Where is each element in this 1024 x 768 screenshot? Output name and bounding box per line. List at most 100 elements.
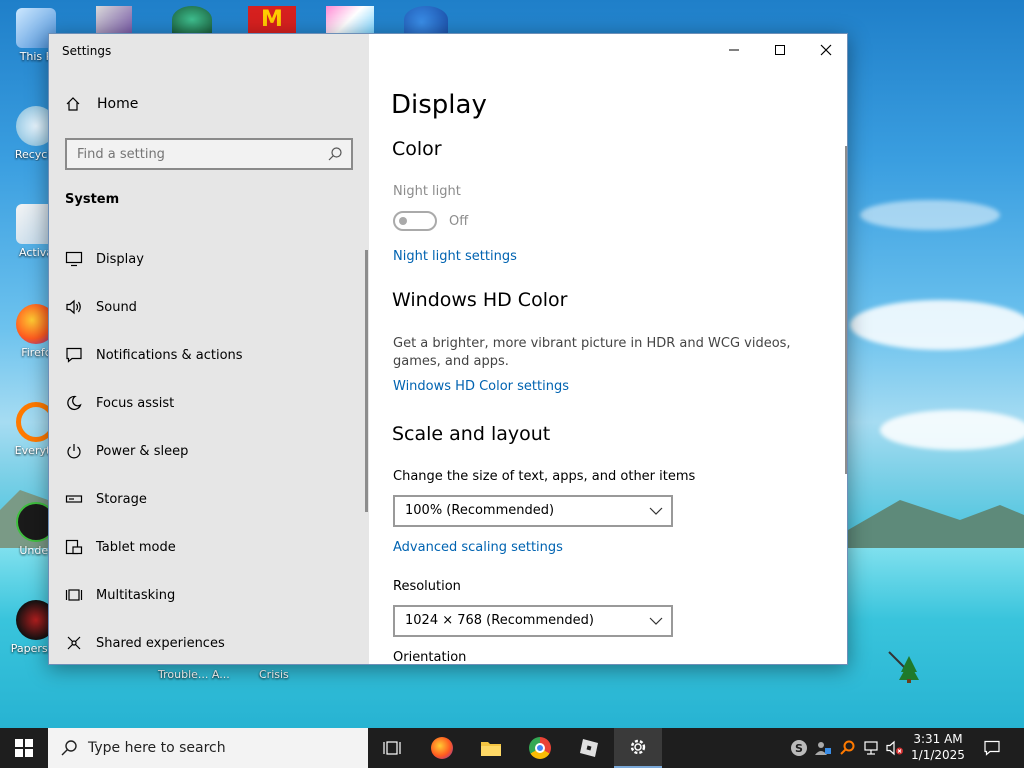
taskbar-chrome[interactable] bbox=[516, 728, 564, 768]
settings-window: Settings Home System Display So bbox=[48, 33, 848, 665]
start-button[interactable] bbox=[0, 728, 48, 768]
search-icon[interactable] bbox=[327, 146, 343, 162]
sidebar-item-label: Storage bbox=[96, 491, 147, 507]
skype-icon: S bbox=[791, 740, 807, 756]
sidebar-item-focus-assist[interactable]: Focus assist bbox=[49, 383, 369, 423]
mcdonalds-icon[interactable]: M bbox=[248, 6, 296, 33]
advanced-scaling-link[interactable]: Advanced scaling settings bbox=[393, 540, 563, 555]
cloud bbox=[850, 300, 1024, 350]
desktop-icon-label: Crisis bbox=[259, 668, 289, 681]
window-title: Settings bbox=[62, 44, 112, 58]
cloud bbox=[880, 410, 1024, 450]
search-input[interactable] bbox=[67, 140, 317, 168]
hd-color-settings-link[interactable]: Windows HD Color settings bbox=[393, 379, 569, 394]
toggle-knob bbox=[399, 217, 407, 225]
content-pane: Display Color Night light Off Night ligh… bbox=[369, 34, 847, 665]
hd-color-heading: Windows HD Color bbox=[392, 289, 568, 311]
night-light-settings-link[interactable]: Night light settings bbox=[393, 249, 517, 264]
search-box[interactable] bbox=[65, 138, 353, 170]
taskbar-settings[interactable] bbox=[614, 728, 662, 768]
home-button[interactable]: Home bbox=[65, 96, 138, 112]
sidebar: Settings Home System Display So bbox=[49, 34, 369, 664]
clock[interactable]: 3:31 AM 1/1/2025 bbox=[906, 731, 970, 763]
network-icon bbox=[864, 741, 878, 755]
sidebar-item-tablet-mode[interactable]: Tablet mode bbox=[49, 527, 369, 567]
desktop-icon-label: Trouble... A... bbox=[158, 668, 230, 681]
section-label: System bbox=[65, 192, 120, 207]
tray-volume[interactable] bbox=[886, 739, 904, 757]
desktop-icon-anime[interactable] bbox=[326, 6, 374, 33]
desktop-icon-game[interactable] bbox=[172, 6, 212, 33]
scale-heading: Scale and layout bbox=[392, 423, 551, 445]
taskbar: Type here to search S 3:31 AM 1/1/2025 bbox=[0, 728, 1024, 768]
taskbar-firefox[interactable] bbox=[418, 728, 466, 768]
clock-date: 1/1/2025 bbox=[911, 748, 965, 762]
sidebar-item-display[interactable]: Display bbox=[49, 239, 369, 279]
multitask-icon bbox=[64, 585, 84, 605]
tray-network[interactable] bbox=[862, 739, 880, 757]
sidebar-item-power-sleep[interactable]: Power & sleep bbox=[49, 431, 369, 471]
notification-icon bbox=[64, 345, 84, 365]
resolution-value: 1024 × 768 (Recommended) bbox=[405, 613, 594, 628]
tree-icon bbox=[888, 651, 919, 683]
hd-color-description: Get a brighter, more vibrant picture in … bbox=[393, 336, 791, 369]
taskbar-roblox[interactable] bbox=[565, 728, 613, 768]
action-center-button[interactable] bbox=[976, 728, 1008, 768]
sidebar-item-notifications[interactable]: Notifications & actions bbox=[49, 335, 369, 375]
clock-time: 3:31 AM bbox=[913, 732, 963, 746]
volume-muted-icon bbox=[886, 740, 903, 756]
tray-everything[interactable] bbox=[838, 739, 856, 757]
sidebar-item-shared-experiences[interactable]: Shared experiences bbox=[49, 623, 369, 663]
night-light-toggle[interactable] bbox=[393, 211, 437, 231]
tray-people[interactable] bbox=[814, 739, 832, 757]
task-view-button[interactable] bbox=[368, 728, 416, 768]
sidebar-item-storage[interactable]: Storage bbox=[49, 479, 369, 519]
taskbar-file-explorer[interactable] bbox=[467, 728, 515, 768]
content-scrollbar[interactable] bbox=[845, 146, 847, 474]
scale-dropdown[interactable]: 100% (Recommended) bbox=[393, 495, 673, 527]
sidebar-item-label: Display bbox=[96, 251, 144, 267]
night-light-state: Off bbox=[449, 214, 469, 229]
scale-size-label: Change the size of text, apps, and other… bbox=[393, 469, 696, 484]
folder-icon bbox=[481, 742, 501, 756]
speaker-icon bbox=[64, 297, 84, 317]
sidebar-item-label: Tablet mode bbox=[96, 539, 176, 555]
orientation-label: Orientation bbox=[393, 650, 467, 665]
page-title: Display bbox=[391, 90, 487, 120]
resolution-label: Resolution bbox=[393, 579, 461, 594]
night-light-label: Night light bbox=[393, 184, 461, 199]
scale-value: 100% (Recommended) bbox=[405, 503, 555, 518]
notification-icon bbox=[984, 740, 1000, 756]
chevron-down-icon bbox=[649, 617, 663, 625]
sidebar-item-multitasking[interactable]: Multitasking bbox=[49, 575, 369, 615]
search-icon bbox=[61, 740, 77, 756]
monitor-icon bbox=[64, 249, 84, 269]
people-icon bbox=[815, 742, 831, 755]
sidebar-scrollbar[interactable] bbox=[365, 250, 368, 512]
sidebar-item-label: Sound bbox=[96, 299, 137, 315]
sidebar-item-label: Power & sleep bbox=[96, 443, 189, 459]
cloud bbox=[860, 200, 1000, 230]
home-icon bbox=[66, 97, 80, 111]
everything-search-icon bbox=[840, 740, 855, 755]
power-icon bbox=[64, 441, 84, 461]
chevron-down-icon bbox=[649, 507, 663, 515]
moon-icon bbox=[64, 393, 84, 413]
taskbar-search-placeholder: Type here to search bbox=[88, 740, 226, 756]
sidebar-item-sound[interactable]: Sound bbox=[49, 287, 369, 327]
tablet-icon bbox=[64, 537, 84, 557]
tray-skype[interactable]: S bbox=[790, 739, 808, 757]
share-icon bbox=[64, 633, 84, 653]
roblox-icon bbox=[580, 739, 598, 757]
sidebar-item-label: Focus assist bbox=[96, 395, 175, 411]
desktop-icon-app[interactable] bbox=[96, 6, 132, 33]
home-label: Home bbox=[97, 96, 139, 112]
resolution-dropdown[interactable]: 1024 × 768 (Recommended) bbox=[393, 605, 673, 637]
sidebar-item-label: Multitasking bbox=[96, 587, 176, 603]
storage-icon bbox=[64, 489, 84, 509]
chrome-icon bbox=[529, 737, 551, 759]
desktop-icon-media[interactable] bbox=[404, 6, 448, 33]
gear-icon bbox=[630, 739, 646, 755]
taskbar-search-box[interactable]: Type here to search bbox=[48, 728, 368, 768]
windows-logo-icon bbox=[15, 739, 33, 757]
